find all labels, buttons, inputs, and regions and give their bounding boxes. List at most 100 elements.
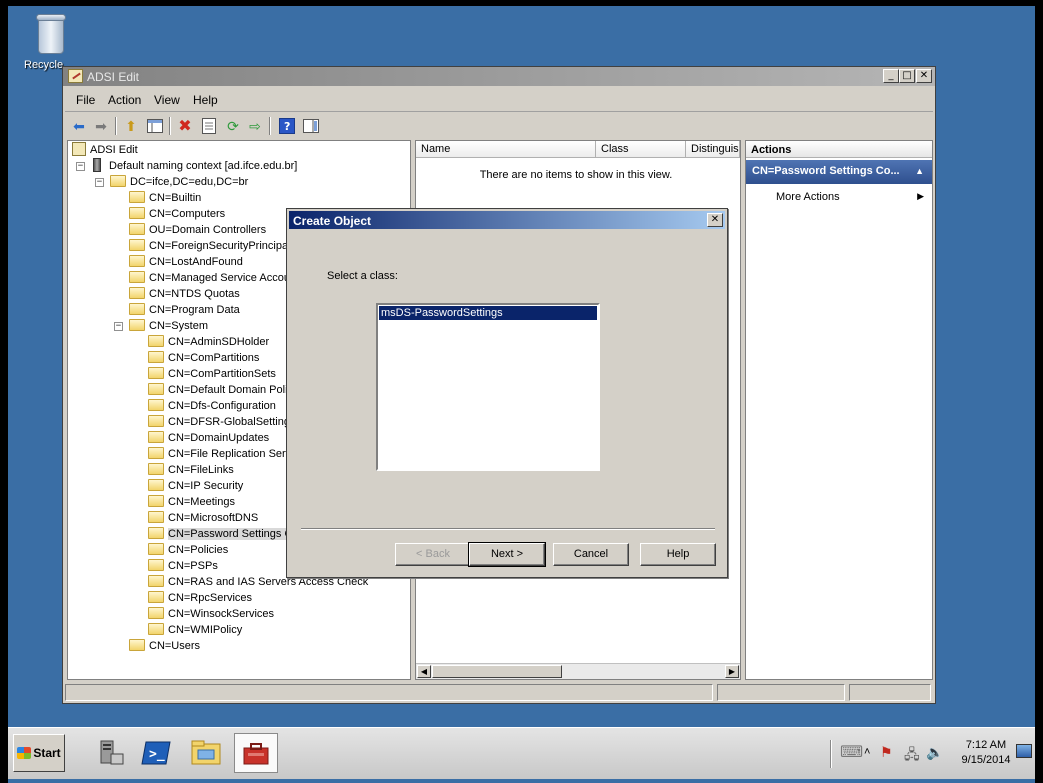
scroll-right-icon[interactable]: ▶ bbox=[725, 665, 739, 678]
tree-item[interactable]: CN=ComPartitionSets bbox=[148, 366, 276, 382]
folder-icon bbox=[148, 511, 164, 523]
tree-item[interactable]: CN=Meetings bbox=[148, 494, 235, 510]
tree-item[interactable]: CN=IP Security bbox=[148, 478, 243, 494]
tree-item[interactable]: CN=Managed Service Accour bbox=[129, 270, 294, 286]
actions-section-label: CN=Password Settings Co... bbox=[752, 165, 900, 177]
scroll-thumb[interactable] bbox=[432, 665, 562, 678]
export-list-icon[interactable]: ⇨ bbox=[245, 116, 265, 136]
tree-item[interactable]: CN=WMIPolicy bbox=[148, 622, 242, 638]
folder-icon bbox=[129, 207, 145, 219]
collapse-toggle[interactable]: − bbox=[76, 162, 85, 171]
show-hide-tree-icon[interactable] bbox=[145, 116, 165, 136]
tree-root[interactable]: ADSI Edit bbox=[72, 142, 138, 158]
tree-item[interactable]: OU=Domain Controllers bbox=[129, 222, 266, 238]
tree-item[interactable]: CN=Computers bbox=[129, 206, 225, 222]
tree-item[interactable]: CN=File Replication Servi bbox=[148, 446, 294, 462]
tree-item[interactable]: CN=Builtin bbox=[129, 190, 201, 206]
action-center-flag-icon[interactable]: ⚑ bbox=[880, 744, 893, 761]
tree-item[interactable]: CN=Program Data bbox=[129, 302, 240, 318]
folder-icon bbox=[148, 399, 164, 411]
cancel-button[interactable]: Cancel bbox=[553, 543, 629, 566]
toolbar-separator bbox=[115, 117, 117, 135]
scroll-left-icon[interactable]: ◀ bbox=[417, 665, 431, 678]
tree-item[interactable]: CN=MicrosoftDNS bbox=[148, 510, 258, 526]
class-listbox[interactable]: msDS-PasswordSettings bbox=[376, 303, 600, 471]
folder-icon bbox=[148, 383, 164, 395]
column-header-distinguished-name[interactable]: Distinguish bbox=[686, 141, 740, 158]
tree-item[interactable]: CN=RpcServices bbox=[148, 590, 252, 606]
show-action-pane-icon[interactable] bbox=[301, 116, 321, 136]
column-header-name[interactable]: Name bbox=[416, 141, 596, 158]
explorer-taskbar-icon[interactable] bbox=[184, 733, 228, 773]
tree-item[interactable]: CN=AdminSDHolder bbox=[148, 334, 269, 350]
tree-item-password-settings[interactable]: CN=Password Settings C bbox=[148, 526, 293, 542]
folder-icon bbox=[148, 591, 164, 603]
keyboard-icon[interactable]: ⌨ bbox=[840, 742, 863, 762]
dialog-divider bbox=[301, 528, 715, 530]
tree-item-system[interactable]: CN=System bbox=[129, 318, 208, 334]
folder-icon bbox=[148, 559, 164, 571]
help-button[interactable]: Help bbox=[640, 543, 716, 566]
tree-item[interactable]: CN=WinsockServices bbox=[148, 606, 274, 622]
forward-arrow-icon[interactable]: ➡ bbox=[91, 116, 111, 136]
folder-icon bbox=[148, 367, 164, 379]
help-icon[interactable]: ? bbox=[277, 116, 297, 136]
server-manager-taskbar-icon[interactable] bbox=[88, 733, 132, 773]
tree-item[interactable]: CN=DFSR-GlobalSettings bbox=[148, 414, 295, 430]
back-button[interactable]: < Back bbox=[395, 543, 471, 566]
refresh-icon[interactable]: ⟳ bbox=[223, 116, 243, 136]
column-header-class[interactable]: Class bbox=[596, 141, 686, 158]
tree-item[interactable]: CN=NTDS Quotas bbox=[129, 286, 240, 302]
close-button[interactable]: ✕ bbox=[916, 69, 932, 83]
horizontal-scrollbar[interactable]: ◀ ▶ bbox=[416, 663, 740, 679]
show-desktop-icon[interactable] bbox=[1016, 744, 1032, 758]
tree-item[interactable]: CN=ComPartitions bbox=[148, 350, 259, 366]
minimize-button[interactable]: _ bbox=[883, 69, 899, 83]
recycle-bin-desktop-icon[interactable]: Recycle bbox=[20, 12, 82, 71]
adsi-edit-taskbar-icon[interactable] bbox=[234, 733, 278, 773]
tree-naming-context[interactable]: Default naming context [ad.ifce.edu.br] bbox=[93, 158, 297, 174]
toolbar: ⬅ ➡ ⬆ ✖ ⟳ ⇨ ? bbox=[65, 111, 933, 137]
folder-icon bbox=[148, 607, 164, 619]
menu-view[interactable]: View bbox=[154, 93, 180, 107]
window-titlebar[interactable]: ADSI Edit _ □ ✕ bbox=[63, 67, 935, 86]
tree-item[interactable]: CN=Policies bbox=[148, 542, 228, 558]
system-clock[interactable]: 7:12 AM 9/15/2014 bbox=[958, 738, 1014, 768]
menu-help[interactable]: Help bbox=[193, 93, 218, 107]
show-hidden-icons-chevron-icon[interactable]: ˄ bbox=[864, 746, 870, 758]
tree-item[interactable]: CN=LostAndFound bbox=[129, 254, 243, 270]
actions-section-header[interactable]: CN=Password Settings Co... ▲ bbox=[746, 160, 932, 184]
folder-icon bbox=[148, 415, 164, 427]
tree-item[interactable]: CN=PSPs bbox=[148, 558, 218, 574]
tree-domain-label: DC=ifce,DC=edu,DC=br bbox=[130, 176, 249, 188]
back-arrow-icon[interactable]: ⬅ bbox=[69, 116, 89, 136]
powershell-taskbar-icon[interactable]: >_ bbox=[134, 733, 178, 773]
tree-item[interactable]: CN=Default Domain Polic bbox=[148, 382, 293, 398]
class-option-selected[interactable]: msDS-PasswordSettings bbox=[379, 306, 597, 320]
more-actions-item[interactable]: More Actions bbox=[776, 191, 840, 203]
collapse-toggle[interactable]: − bbox=[95, 178, 104, 187]
actions-header: Actions bbox=[746, 141, 932, 158]
collapse-up-icon[interactable]: ▲ bbox=[915, 166, 924, 176]
network-icon[interactable]: 🖧 bbox=[904, 744, 920, 768]
volume-muted-icon[interactable]: 🔈 bbox=[926, 744, 943, 761]
tree-item-users[interactable]: CN=Users bbox=[129, 638, 200, 654]
up-folder-icon[interactable]: ⬆ bbox=[121, 116, 141, 136]
dialog-close-button[interactable]: ✕ bbox=[707, 213, 723, 227]
next-button[interactable]: Next > bbox=[468, 542, 546, 567]
delete-icon[interactable]: ✖ bbox=[175, 116, 195, 136]
tree-item[interactable]: CN=Dfs-Configuration bbox=[148, 398, 276, 414]
tree-item[interactable]: CN=ForeignSecurityPrincipals bbox=[129, 238, 296, 254]
menu-file[interactable]: File bbox=[76, 93, 95, 107]
folder-icon bbox=[129, 319, 145, 331]
menu-action[interactable]: Action bbox=[108, 93, 141, 107]
start-button[interactable]: Start bbox=[13, 734, 65, 772]
dialog-titlebar[interactable]: Create Object bbox=[289, 211, 725, 229]
properties-icon[interactable] bbox=[199, 116, 219, 136]
tree-item[interactable]: CN=DomainUpdates bbox=[148, 430, 269, 446]
tree-domain[interactable]: DC=ifce,DC=edu,DC=br bbox=[110, 174, 248, 190]
collapse-toggle[interactable]: − bbox=[114, 322, 123, 331]
tree-item[interactable]: CN=FileLinks bbox=[148, 462, 234, 478]
status-panel-2 bbox=[717, 684, 845, 701]
maximize-button[interactable]: □ bbox=[899, 69, 915, 83]
